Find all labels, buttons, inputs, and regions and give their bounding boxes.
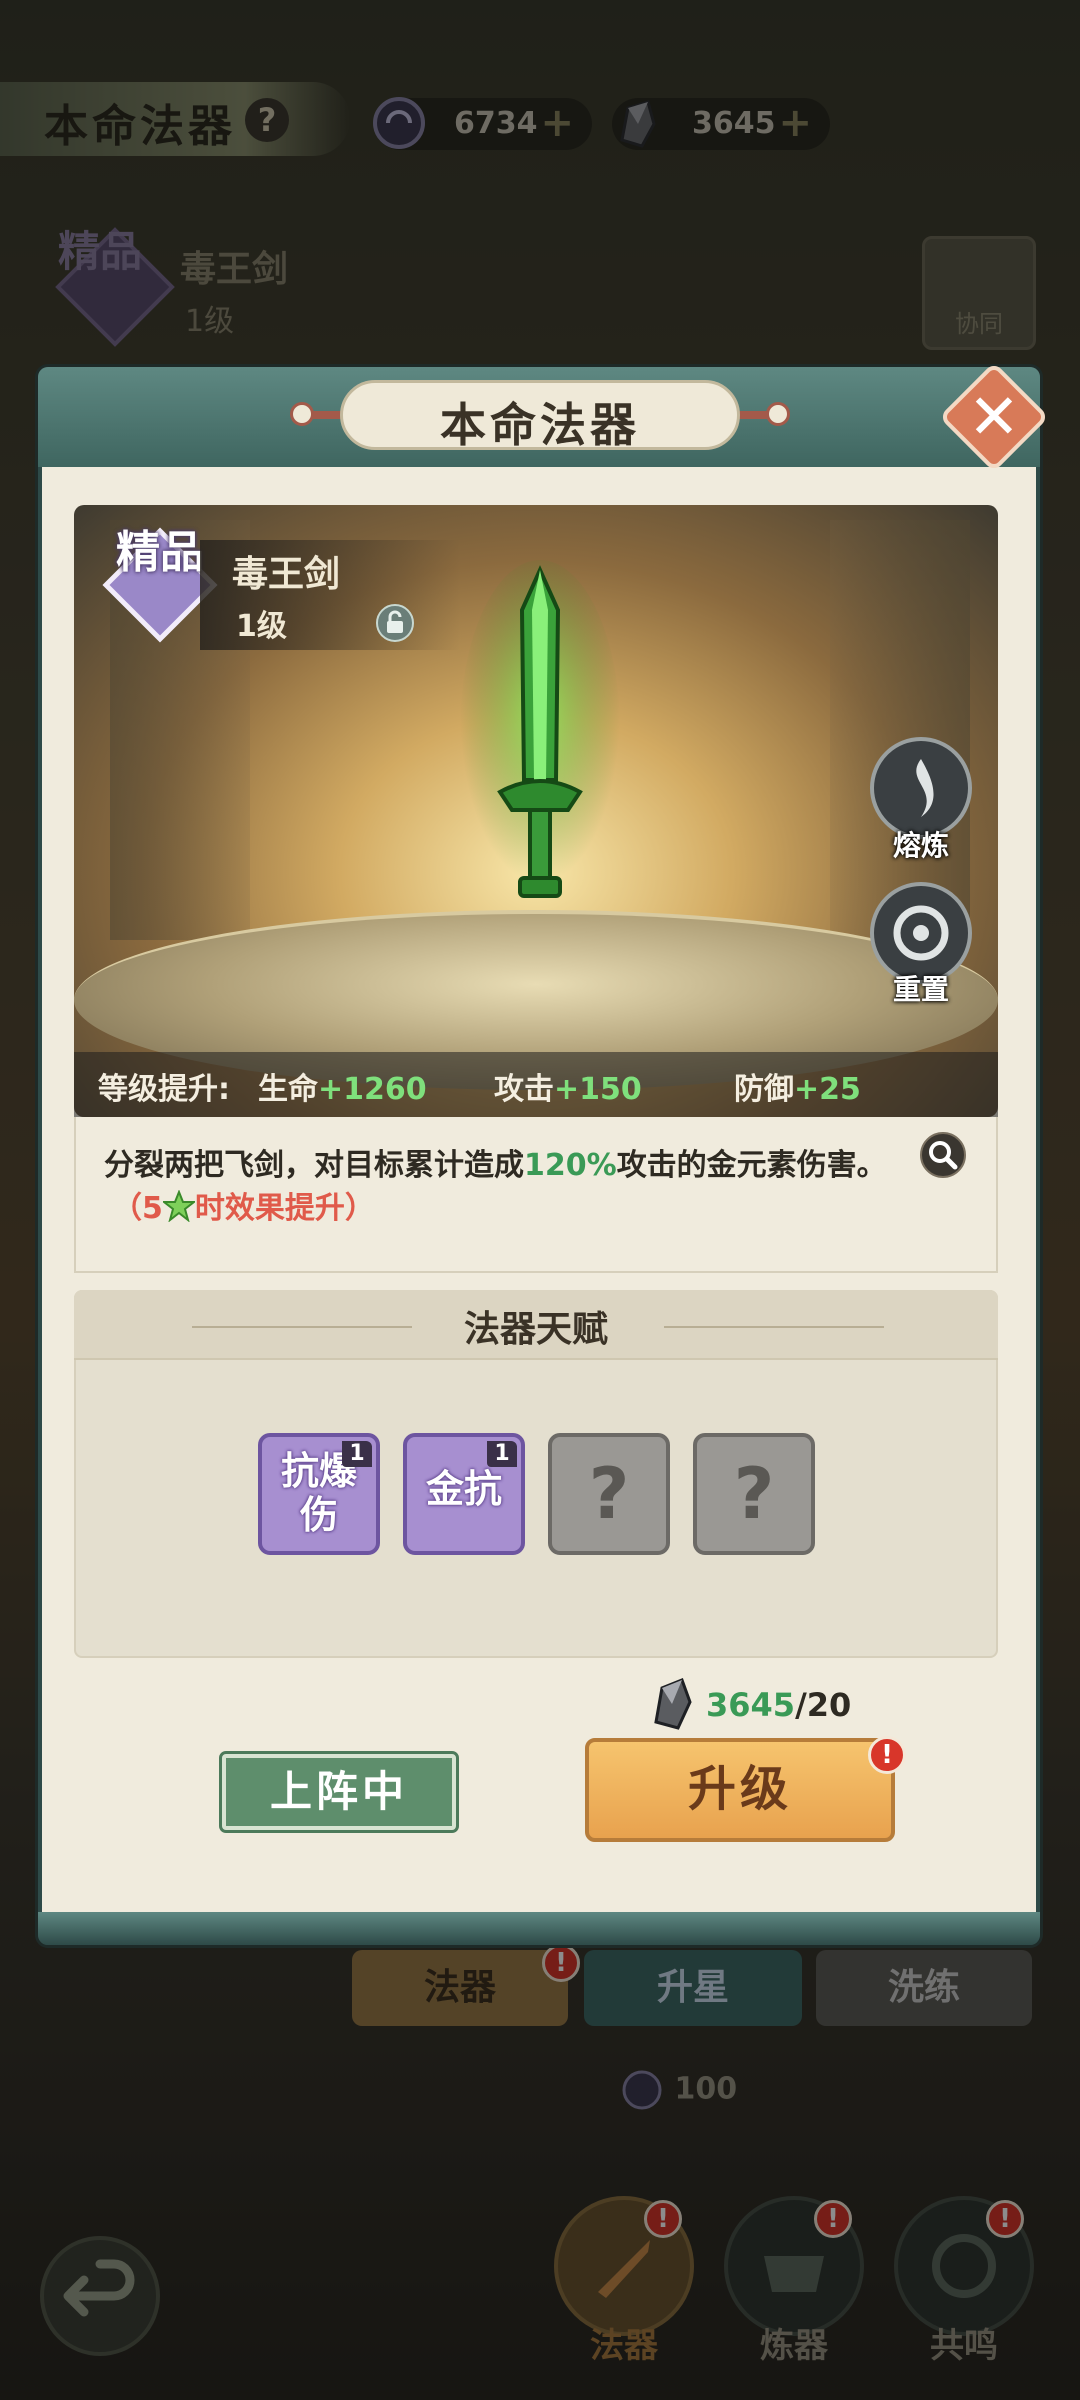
- item-level: 1级: [236, 609, 287, 644]
- talent-level: 1: [487, 1441, 517, 1467]
- reset-label: 重置: [892, 973, 949, 1006]
- stat-def-label: 防御: [734, 1072, 794, 1107]
- lock-toggle[interactable]: [376, 604, 414, 642]
- detail-button[interactable]: [920, 1132, 966, 1178]
- flame-swirl-icon: [916, 759, 934, 817]
- upgrade-button[interactable]: 升级: [585, 1738, 895, 1842]
- upgrade-alert-badge: !: [868, 1736, 906, 1774]
- talent-slot-locked[interactable]: ?: [693, 1433, 815, 1555]
- divider-left: [192, 1326, 412, 1328]
- star-icon: [160, 1189, 197, 1223]
- stat-atk: 攻击+150: [494, 1064, 642, 1108]
- talent-header: 法器天赋: [74, 1290, 998, 1360]
- question-icon: ?: [733, 1453, 775, 1535]
- question-icon: ?: [588, 1453, 630, 1535]
- close-icon: ✕: [968, 380, 1020, 453]
- star-note-close: 时效果提升）: [194, 1191, 375, 1226]
- talent-label-line2: 伤: [299, 1493, 338, 1537]
- desc-text-2: 攻击的金元素伤害。: [616, 1148, 887, 1183]
- reset-swirl-icon: [893, 905, 949, 961]
- modal-title: 本命法器: [440, 398, 640, 452]
- desc-text-1: 分裂两把飞剑，对目标累计造成: [104, 1148, 524, 1183]
- title-knot-left: [290, 402, 314, 426]
- stat-hp-value: +1260: [318, 1072, 427, 1107]
- poison-king-sword-icon: [460, 560, 620, 900]
- item-name: 毒王剑: [232, 554, 341, 595]
- deployed-button[interactable]: 上阵中: [219, 1751, 459, 1833]
- cost-have: 3645: [706, 1686, 796, 1724]
- magnifier-icon: [929, 1141, 958, 1170]
- talent-slot-crit-resist[interactable]: 抗爆伤 1: [258, 1433, 380, 1555]
- star-note-open: （5: [112, 1191, 163, 1226]
- upgrade-cost: 3645/20: [706, 1686, 851, 1724]
- stat-def-value: +25: [794, 1072, 861, 1107]
- desc-highlight: 120%: [524, 1148, 617, 1183]
- talent-label: 金抗: [425, 1467, 502, 1511]
- skill-description: 分裂两把飞剑，对目标累计造成120%攻击的金元素伤害。: [104, 1140, 887, 1184]
- star-note: （5 时效果提升）: [112, 1183, 375, 1227]
- stat-hp-label: 生命: [258, 1072, 318, 1107]
- talent-slot-metal-resist[interactable]: 金抗 1: [403, 1433, 525, 1555]
- stat-atk-label: 攻击: [494, 1072, 554, 1107]
- talent-level: 1: [342, 1441, 372, 1467]
- pillar-right: [830, 520, 970, 940]
- ore-stone-icon: [654, 1678, 692, 1730]
- stat-hp: 生命+1260: [258, 1064, 427, 1108]
- title-knot-right: [766, 402, 790, 426]
- stat-def: 防御+25: [734, 1064, 861, 1108]
- divider-right: [664, 1326, 884, 1328]
- unlock-icon: [387, 610, 403, 633]
- smelt-label: 熔炼: [892, 829, 949, 862]
- stat-atk-value: +150: [554, 1072, 642, 1107]
- cost-need: /20: [795, 1686, 852, 1724]
- stat-prefix: 等级提升:: [98, 1072, 230, 1107]
- modal-footer-bar: [38, 1912, 1040, 1945]
- modal-title-plate: 本命法器: [340, 380, 740, 452]
- talent-slot-locked[interactable]: ?: [548, 1433, 670, 1555]
